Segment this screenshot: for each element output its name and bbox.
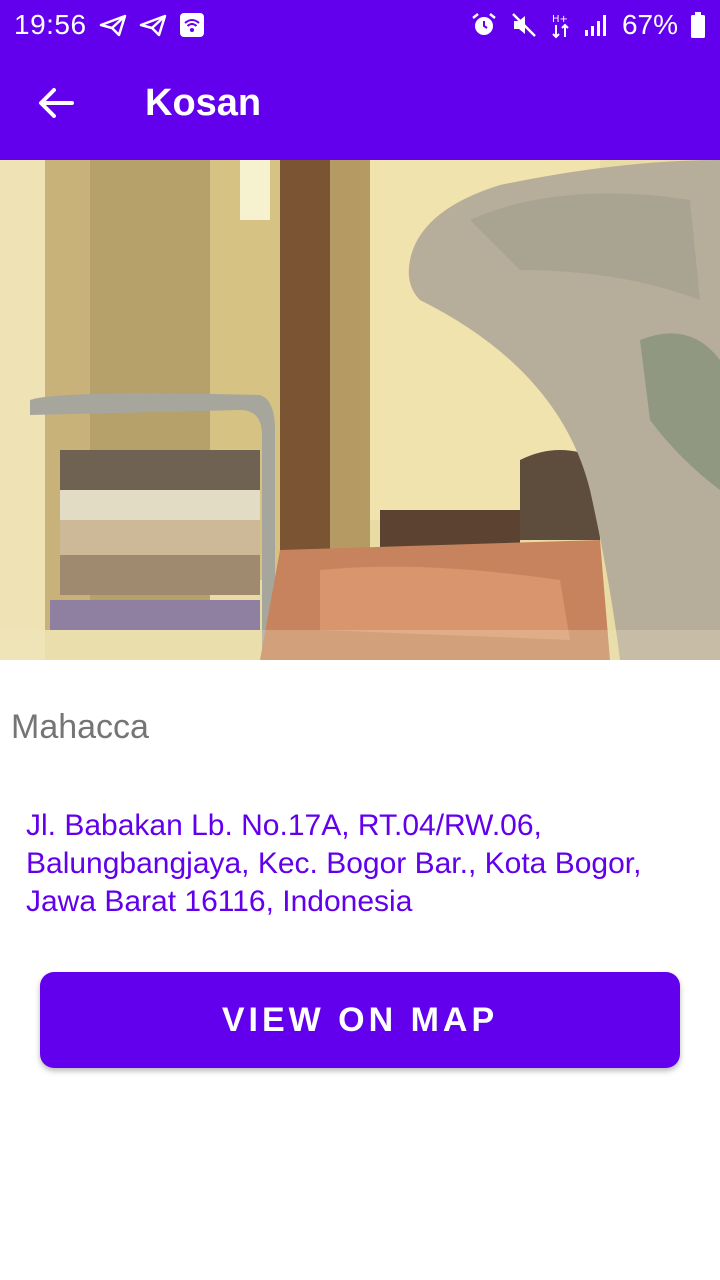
battery-percent: 67%	[621, 9, 678, 40]
arrow-left-icon	[38, 87, 74, 124]
telegram-icon	[99, 11, 127, 39]
back-button[interactable]	[26, 77, 86, 133]
status-left: 19:56	[14, 9, 205, 41]
status-bar: 19:56 H+ 67%	[0, 0, 720, 50]
app-bar: Kosan	[0, 50, 720, 160]
room-photo	[0, 160, 720, 660]
page-title: Kosan	[145, 82, 262, 124]
signal-icon	[584, 11, 610, 39]
wifi-box-icon	[179, 11, 205, 39]
status-time: 19:56	[14, 9, 87, 40]
telegram-icon	[139, 11, 167, 39]
mute-icon	[510, 11, 538, 39]
place-address: Jl. Babakan Lb. No.17A, RT.04/RW.06, Bal…	[26, 809, 642, 918]
battery-icon	[690, 11, 706, 39]
alarm-icon	[470, 11, 498, 39]
svg-text:H+: H+	[552, 14, 568, 25]
place-name: Mahacca	[11, 708, 149, 746]
data-arrows-icon: H+	[550, 11, 572, 39]
status-right: H+ 67%	[470, 9, 706, 41]
view-on-map-button[interactable]: VIEW ON MAP	[40, 972, 680, 1068]
